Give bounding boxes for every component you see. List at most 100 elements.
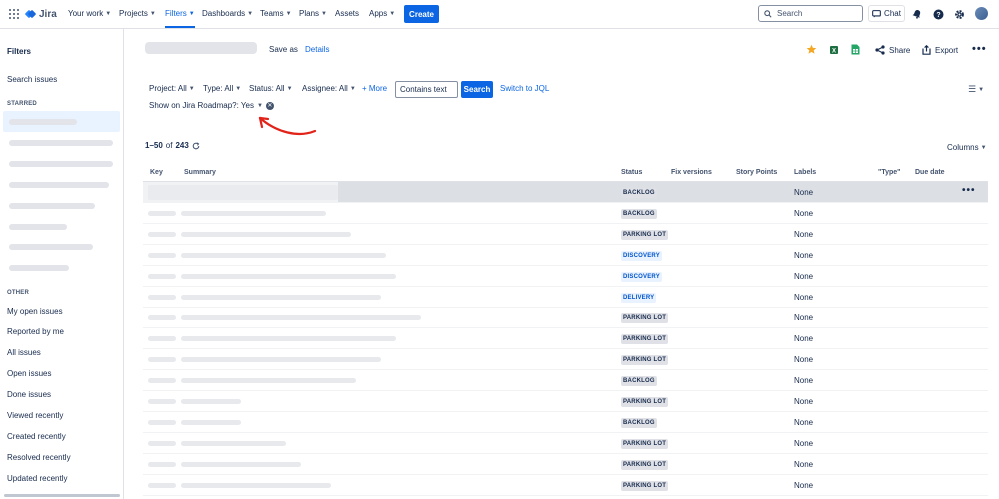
switch-to-jql-link[interactable]: Switch to JQL — [500, 84, 549, 93]
issue-summary-placeholder[interactable] — [181, 252, 386, 258]
sidebar-item-resolved-recently[interactable]: Resolved recently — [7, 453, 71, 462]
nav-plans[interactable]: Plans ▼ — [299, 9, 327, 18]
issue-summary-placeholder[interactable] — [181, 419, 241, 425]
sidebar-item-reported-by-me[interactable]: Reported by me — [7, 327, 64, 336]
starred-filter-placeholder[interactable] — [9, 224, 67, 230]
status-badge[interactable]: PARKING LOT — [621, 313, 669, 324]
issue-key-placeholder[interactable] — [148, 210, 176, 216]
issue-key-placeholder[interactable] — [148, 294, 176, 300]
search-input[interactable]: Search — [758, 5, 863, 22]
status-badge[interactable]: BACKLOG — [621, 376, 657, 387]
starred-filter-placeholder[interactable] — [9, 203, 95, 209]
issue-key-placeholder[interactable] — [148, 252, 176, 258]
columns-button[interactable]: Columns ▼ — [947, 143, 987, 152]
issue-summary-placeholder[interactable] — [181, 482, 331, 488]
table-row[interactable]: PARKING LOT None — [143, 454, 988, 475]
create-button[interactable]: Create — [404, 5, 439, 23]
table-row[interactable]: PARKING LOT None — [143, 391, 988, 412]
more-filters-button[interactable]: + More — [362, 84, 387, 93]
sidebar-item-done-issues[interactable]: Done issues — [7, 390, 51, 399]
table-row[interactable]: BACKLOG None ••• — [143, 182, 988, 203]
status-badge[interactable]: BACKLOG — [621, 417, 657, 428]
table-row[interactable]: PARKING LOT None — [143, 349, 988, 371]
nav-assets[interactable]: Assets — [335, 9, 359, 18]
starred-filter-placeholder[interactable] — [9, 265, 69, 271]
sidebar-item-my-open-issues[interactable]: My open issues — [7, 307, 63, 316]
issue-key-placeholder[interactable] — [148, 231, 176, 237]
column-header-due-date[interactable]: Due date — [915, 169, 945, 176]
show-on-roadmap-filter[interactable]: Show on Jira Roadmap?: Yes ▼ ✕ — [149, 101, 274, 110]
issue-summary-placeholder[interactable] — [181, 378, 356, 384]
more-actions-icon[interactable]: ••• — [972, 43, 987, 55]
help-icon[interactable]: ? — [932, 8, 944, 20]
sidebar-item-updated-recently[interactable]: Updated recently — [7, 474, 67, 483]
table-row[interactable]: DELIVERY None — [143, 287, 988, 308]
status-badge[interactable]: PARKING LOT — [621, 397, 669, 407]
column-header-summary[interactable]: Summary — [184, 169, 216, 176]
issue-key-placeholder[interactable] — [148, 461, 176, 467]
nav-your-work[interactable]: Your work ▼ — [68, 9, 111, 18]
issue-summary-placeholder[interactable] — [181, 399, 241, 404]
search-button[interactable]: Search — [461, 81, 493, 98]
issue-summary-placeholder[interactable] — [181, 294, 381, 300]
issue-key-placeholder[interactable] — [148, 419, 176, 425]
app-switcher-icon[interactable] — [9, 9, 19, 19]
status-badge[interactable]: PARKING LOT — [621, 334, 669, 345]
status-badge[interactable]: BACKLOG — [621, 188, 657, 198]
starred-filter-placeholder[interactable] — [9, 161, 113, 167]
status-badge[interactable]: PARKING LOT — [621, 229, 669, 240]
issue-summary-placeholder[interactable] — [181, 210, 326, 216]
issue-key-placeholder[interactable] — [148, 482, 176, 488]
contains-text-input[interactable]: Contains text — [395, 81, 458, 98]
issue-key-summary-placeholder[interactable] — [148, 185, 338, 200]
issue-key-placeholder[interactable] — [148, 440, 176, 446]
row-actions-icon[interactable]: ••• — [962, 185, 976, 196]
issue-summary-placeholder[interactable] — [181, 315, 421, 321]
table-row[interactable]: PARKING LOT None — [143, 475, 988, 496]
project-filter[interactable]: Project: All ▼ — [149, 84, 195, 93]
save-as-button[interactable]: Save as — [269, 45, 298, 54]
status-filter[interactable]: Status: All ▼ — [249, 84, 293, 93]
excel-icon[interactable]: X — [828, 44, 839, 55]
status-badge[interactable]: PARKING LOT — [621, 438, 669, 449]
sidebar-item-created-recently[interactable]: Created recently — [7, 432, 66, 441]
assignee-filter[interactable]: Assignee: All ▼ — [302, 84, 356, 93]
issue-summary-placeholder[interactable] — [181, 440, 286, 446]
column-header-key[interactable]: Key — [150, 169, 163, 176]
nav-dashboards[interactable]: Dashboards ▼ — [202, 9, 253, 18]
export-button[interactable]: Export — [922, 45, 958, 55]
sidebar-item-search-issues[interactable]: Search issues — [7, 75, 57, 84]
table-row[interactable]: PARKING LOT None — [143, 307, 988, 329]
status-badge[interactable]: BACKLOG — [621, 208, 657, 219]
table-row[interactable]: DISCOVERY None — [143, 266, 988, 287]
nav-filters[interactable]: Filters ▼ — [165, 9, 195, 28]
table-row[interactable]: BACKLOG None — [143, 370, 988, 392]
google-sheets-icon[interactable] — [850, 44, 861, 55]
issue-key-placeholder[interactable] — [148, 273, 176, 279]
issue-summary-placeholder[interactable] — [181, 273, 396, 279]
details-link[interactable]: Details — [305, 45, 329, 54]
column-header-labels[interactable]: Labels — [794, 169, 816, 176]
column-header-story-points[interactable]: Story Points — [736, 169, 777, 176]
starred-filter-placeholder[interactable] — [9, 140, 113, 146]
status-badge[interactable]: DELIVERY — [621, 292, 657, 303]
nav-teams[interactable]: Teams ▼ — [260, 9, 292, 18]
column-header-fix-versions[interactable]: Fix versions — [671, 169, 712, 176]
sidebar-scrollbar[interactable] — [4, 494, 120, 497]
status-badge[interactable]: PARKING LOT — [621, 355, 669, 366]
share-button[interactable]: Share — [875, 45, 910, 55]
issue-key-placeholder[interactable] — [148, 315, 176, 321]
issue-summary-placeholder[interactable] — [181, 231, 351, 237]
notifications-icon[interactable] — [911, 8, 923, 20]
issue-key-placeholder[interactable] — [148, 399, 176, 404]
column-header-status[interactable]: Status — [621, 169, 642, 176]
star-icon[interactable] — [806, 44, 817, 55]
issue-summary-placeholder[interactable] — [181, 336, 396, 342]
starred-filter-placeholder[interactable] — [9, 182, 109, 188]
nav-projects[interactable]: Projects ▼ — [119, 9, 156, 18]
table-row[interactable]: PARKING LOT None — [143, 328, 988, 350]
table-row[interactable]: PARKING LOT None — [143, 433, 988, 454]
issue-summary-placeholder[interactable] — [181, 357, 381, 363]
sidebar-item-open-issues[interactable]: Open issues — [7, 369, 51, 378]
status-badge[interactable]: PARKING LOT — [621, 459, 669, 470]
